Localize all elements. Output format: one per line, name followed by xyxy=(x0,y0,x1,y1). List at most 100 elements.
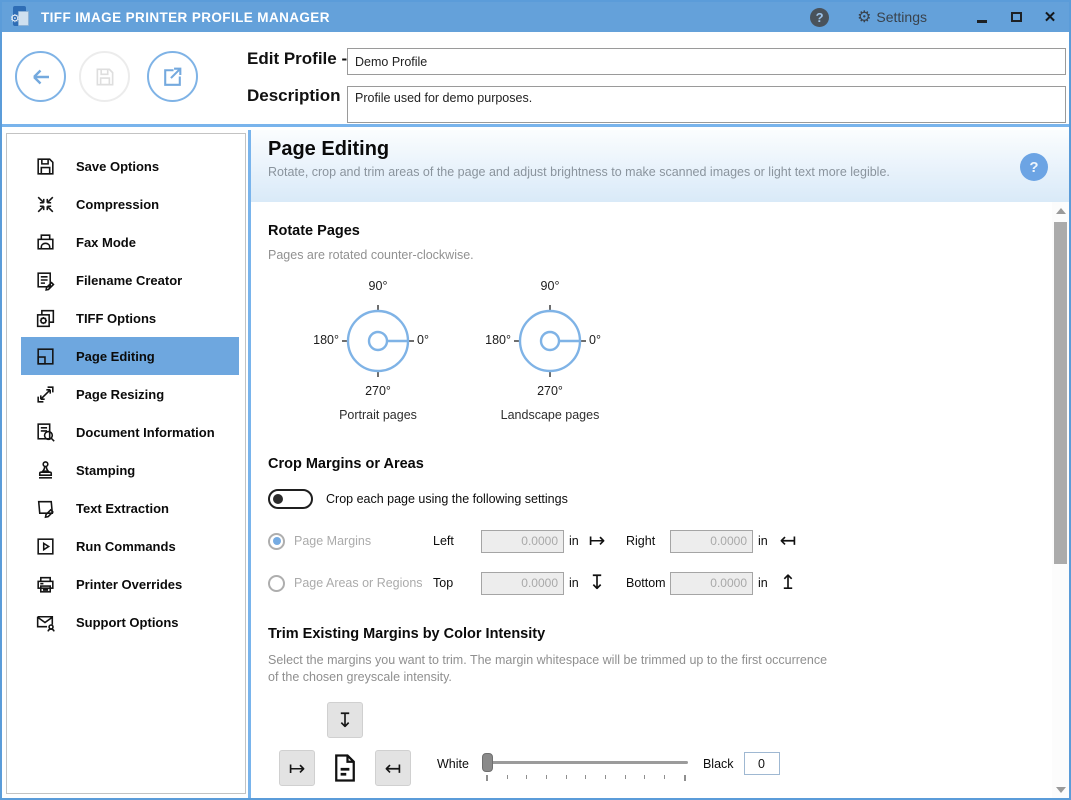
white-label: White xyxy=(437,757,469,771)
dial-label-270: 270° xyxy=(537,384,563,398)
settings-label: Settings xyxy=(876,9,927,25)
right-field-label: Right xyxy=(626,534,656,548)
mail-person-icon xyxy=(33,610,57,634)
sidebar: Save Options Compression Fax Mode Filena… xyxy=(6,133,246,794)
dial-knob-graphic[interactable] xyxy=(510,301,590,381)
page-title: Page Editing xyxy=(268,138,390,160)
landscape-rotation-dial[interactable]: 90° 180° 0° 270° Landscape pages xyxy=(465,279,635,429)
title-bar: ⚙ TIFF IMAGE PRINTER PROFILE MANAGER ? ⚙… xyxy=(2,2,1069,32)
dial-label-0: 0° xyxy=(417,333,429,347)
scroll-down-arrow[interactable] xyxy=(1052,781,1069,798)
minimize-icon xyxy=(977,19,987,23)
radio-page-areas[interactable]: Page Areas or Regions xyxy=(268,567,433,599)
window-title: TIFF IMAGE PRINTER PROFILE MANAGER xyxy=(41,9,330,25)
slider-track[interactable] xyxy=(483,761,688,764)
floppy-disabled-icon xyxy=(96,68,113,85)
rotation-dials: 90° 180° 0° 270° Portrait pages 90° 180°… xyxy=(268,279,1052,429)
sidebar-item-compression[interactable]: Compression xyxy=(21,185,239,223)
content-area: Page Editing Rotate, crop and trim areas… xyxy=(251,130,1069,798)
profile-name-input[interactable] xyxy=(347,48,1066,75)
document-edit-icon xyxy=(33,268,57,292)
profile-header: Edit Profile - Description Profile used … xyxy=(2,32,1069,127)
page-document-icon xyxy=(327,750,363,786)
sidebar-item-page-editing[interactable]: Page Editing xyxy=(21,337,239,375)
trim-margin-buttons: ↧ ↦ ↤ ↥ xyxy=(279,702,1052,798)
sidebar-item-support-options[interactable]: Support Options xyxy=(21,603,239,641)
stamp-icon xyxy=(33,458,57,482)
intensity-slider-row: White Black xyxy=(437,752,780,782)
dial-label-180: 180° xyxy=(485,333,511,347)
intensity-value-input[interactable] xyxy=(743,752,780,775)
left-field-label: Left xyxy=(433,534,454,548)
arrow-from-right-icon: ↤ xyxy=(779,530,797,552)
back-arrow-icon xyxy=(32,69,49,84)
crop-toggle-switch[interactable] xyxy=(268,489,313,509)
portrait-dial-caption: Portrait pages xyxy=(339,408,417,422)
arrow-from-left-icon: ↦ xyxy=(588,530,606,552)
settings-button[interactable]: ⚙ Settings xyxy=(857,7,927,27)
left-unit-label: in xyxy=(569,534,579,548)
radio-page-margins[interactable]: Page Margins xyxy=(268,525,433,557)
scrollbar-thumb[interactable] xyxy=(1054,222,1067,564)
radio-icon xyxy=(268,574,285,592)
sidebar-item-fax-mode[interactable]: Fax Mode xyxy=(21,223,239,261)
dial-label-90: 90° xyxy=(368,279,388,293)
sidebar-item-page-resizing[interactable]: Page Resizing xyxy=(21,375,239,413)
crop-heading: Crop Margins or Areas xyxy=(268,456,424,472)
rotate-pages-heading: Rotate Pages xyxy=(268,223,360,239)
play-square-icon xyxy=(33,534,57,558)
slider-handle[interactable] xyxy=(481,753,493,772)
scroll-up-arrow[interactable] xyxy=(1052,202,1069,219)
portrait-rotation-dial[interactable]: 90° 180° 0° 270° Portrait pages xyxy=(293,279,463,429)
page-header: Page Editing Rotate, crop and trim areas… xyxy=(251,130,1069,202)
floppy-icon xyxy=(33,154,57,178)
trim-heading: Trim Existing Margins by Color Intensity xyxy=(268,626,546,642)
description-label: Description xyxy=(247,86,341,105)
top-field-label: Top xyxy=(433,576,454,590)
sidebar-item-document-information[interactable]: Document Information xyxy=(21,413,239,451)
fax-machine-icon xyxy=(33,230,57,254)
app-window: ⚙ TIFF IMAGE PRINTER PROFILE MANAGER ? ⚙… xyxy=(0,0,1071,800)
left-margin-input xyxy=(481,529,564,553)
intensity-slider[interactable] xyxy=(481,752,690,782)
bottom-field-label: Bottom xyxy=(626,576,666,590)
sidebar-item-run-commands[interactable]: Run Commands xyxy=(21,527,239,565)
arrow-from-bottom-icon: ↥ xyxy=(779,572,797,594)
bottom-margin-input xyxy=(670,571,753,595)
black-label: Black xyxy=(702,757,734,771)
page-help-icon[interactable]: ? xyxy=(1020,153,1048,181)
trim-left-button[interactable]: ↦ xyxy=(279,750,315,786)
sidebar-item-printer-overrides[interactable]: Printer Overrides xyxy=(21,565,239,603)
save-profile-button xyxy=(79,51,130,102)
page-scroll-region: Rotate Pages Pages are rotated counter-c… xyxy=(251,202,1052,798)
vertical-scrollbar[interactable] xyxy=(1052,202,1069,798)
maximize-button[interactable] xyxy=(1001,2,1031,32)
minimize-button[interactable] xyxy=(967,2,997,32)
sidebar-item-text-extraction[interactable]: Text Extraction xyxy=(21,489,239,527)
top-margin-input xyxy=(481,571,564,595)
sidebar-item-save-options[interactable]: Save Options xyxy=(21,147,239,185)
back-button[interactable] xyxy=(15,51,66,102)
rotate-pages-note: Pages are rotated counter-clockwise. xyxy=(268,248,474,262)
right-margin-input xyxy=(670,529,753,553)
trim-top-button[interactable]: ↧ xyxy=(327,702,363,738)
description-input[interactable]: Profile used for demo purposes. xyxy=(347,86,1066,123)
titlebar-help-icon[interactable]: ? xyxy=(810,7,830,27)
dial-knob-graphic[interactable] xyxy=(338,301,418,381)
pages-gear-icon xyxy=(33,306,57,330)
close-icon: ✕ xyxy=(1043,9,1057,26)
trim-right-button[interactable]: ↤ xyxy=(375,750,411,786)
trim-description: Select the margins you want to trim. The… xyxy=(268,653,828,684)
sidebar-item-stamping[interactable]: Stamping xyxy=(21,451,239,489)
dial-label-180: 180° xyxy=(313,333,339,347)
page-pencil-icon xyxy=(33,496,57,520)
dial-label-0: 0° xyxy=(589,333,601,347)
share-profile-button[interactable] xyxy=(147,51,198,102)
app-icon: ⚙ xyxy=(9,6,31,28)
sidebar-item-tiff-options[interactable]: TIFF Options xyxy=(21,299,239,337)
sidebar-item-filename-creator[interactable]: Filename Creator xyxy=(21,261,239,299)
gear-icon: ⚙ xyxy=(857,9,872,26)
edit-profile-label: Edit Profile - xyxy=(247,49,348,68)
close-button[interactable]: ✕ xyxy=(1035,2,1065,32)
export-icon xyxy=(164,67,182,86)
